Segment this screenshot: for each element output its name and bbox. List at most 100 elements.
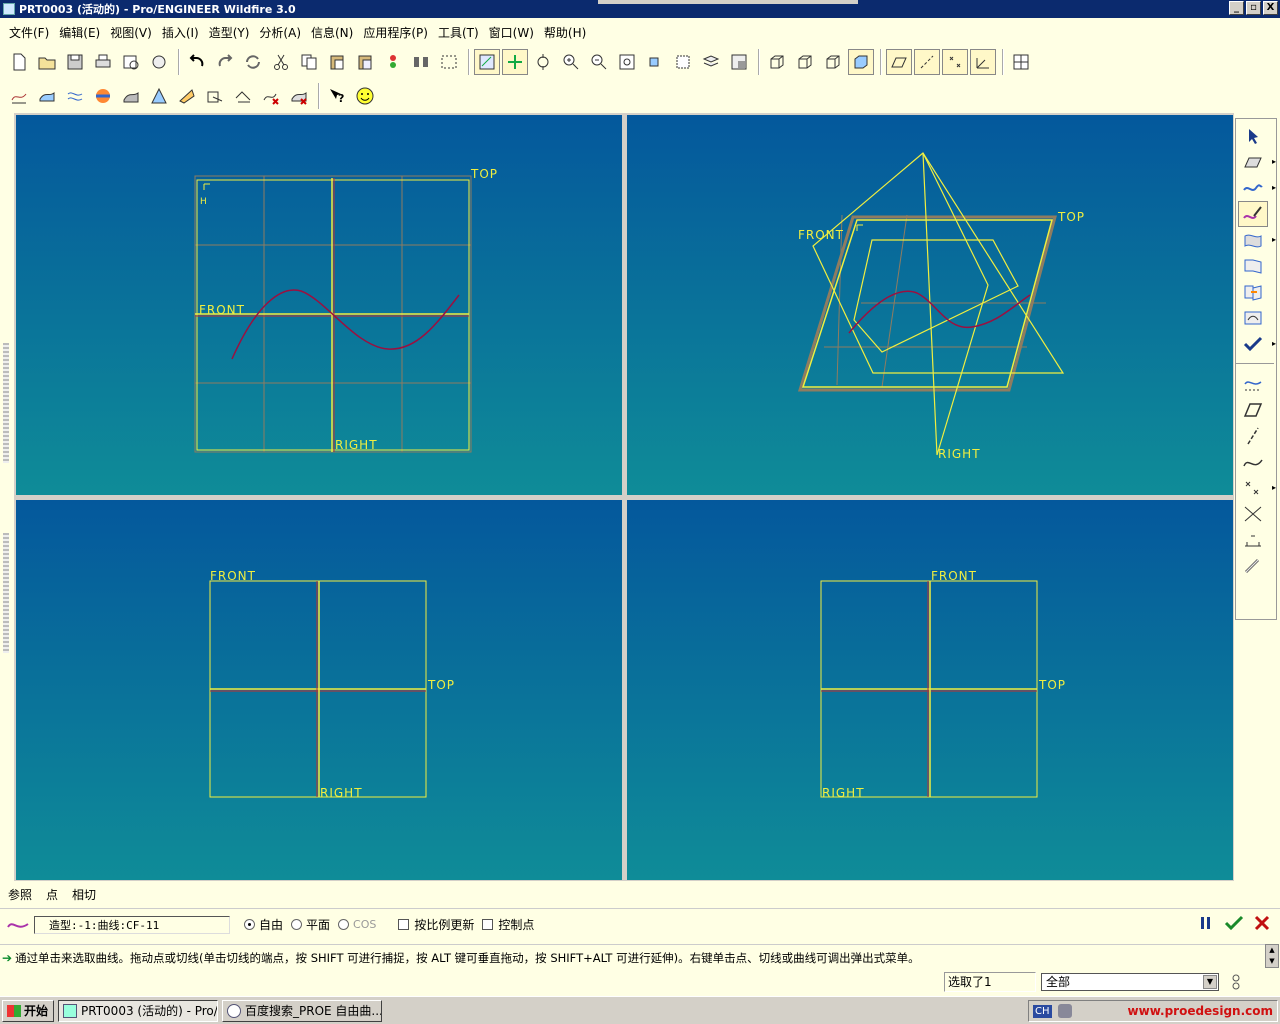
undo-icon[interactable] [184, 49, 210, 75]
viewport-top-right[interactable]: TOP FRONT RIGHT [627, 115, 1233, 495]
radio-planar[interactable] [291, 919, 303, 930]
tab-tangency[interactable]: 相切 [72, 886, 96, 903]
filter-icon[interactable] [1228, 973, 1244, 991]
named-view-icon[interactable] [670, 49, 696, 75]
viewport-bottom-right[interactable]: FRONT TOP RIGHT [627, 500, 1233, 880]
menu-analysis[interactable]: 分析(A) [254, 24, 306, 41]
offset-icon[interactable] [258, 83, 284, 109]
selection-box-icon[interactable] [436, 49, 462, 75]
menu-tools[interactable]: 工具(T) [433, 24, 484, 41]
regenerate-icon[interactable] [240, 49, 266, 75]
copy-icon[interactable] [296, 49, 322, 75]
cut-icon[interactable] [268, 49, 294, 75]
edit-curve-icon[interactable] [1238, 201, 1268, 227]
option-free[interactable]: 自由 [244, 916, 283, 933]
repaint-icon[interactable] [502, 49, 528, 75]
menu-applications[interactable]: 应用程序(P) [358, 24, 433, 41]
save-icon[interactable] [62, 49, 88, 75]
views-split-icon[interactable] [1008, 49, 1034, 75]
email-icon[interactable] [146, 49, 172, 75]
viewport-bottom-left[interactable]: FRONT TOP RIGHT [16, 500, 622, 880]
wireframe-icon[interactable] [764, 49, 790, 75]
chevron-down-icon[interactable]: ▼ [1203, 975, 1217, 989]
draft-icon[interactable] [118, 83, 144, 109]
connect-surfaces-icon[interactable] [1238, 279, 1268, 305]
select-arrow-icon[interactable] [1238, 123, 1268, 149]
menu-view[interactable]: 视图(V) [105, 24, 157, 41]
close-button[interactable]: X [1263, 1, 1278, 15]
coordinate-systems-icon[interactable] [970, 49, 996, 75]
deviation-icon[interactable] [230, 83, 256, 109]
no-hidden-icon[interactable] [820, 49, 846, 75]
curve-from-surface-icon[interactable] [1238, 371, 1268, 397]
connection-icon[interactable] [286, 83, 312, 109]
zoom-out-icon[interactable] [586, 49, 612, 75]
plane-icon[interactable] [1238, 397, 1268, 423]
checkbox-proportional-update[interactable]: 按比例更新 [398, 916, 474, 933]
new-file-icon[interactable] [6, 49, 32, 75]
surface-analysis-icon[interactable] [34, 83, 60, 109]
viewport-top-left[interactable]: H TOP FRONT RIGHT [16, 115, 622, 495]
tab-references[interactable]: 参照 [8, 886, 32, 903]
offset-points-icon[interactable] [1238, 501, 1268, 527]
surface-edit-icon[interactable] [1238, 253, 1268, 279]
zoom-fit-icon[interactable] [614, 49, 640, 75]
open-file-icon[interactable] [34, 49, 60, 75]
checkbox-proportional-box[interactable] [398, 919, 410, 930]
datum-planes-icon[interactable] [886, 49, 912, 75]
tab-points[interactable]: 点 [46, 886, 58, 903]
tray-network-icon[interactable] [1057, 1004, 1072, 1018]
datum-points-icon[interactable] [942, 49, 968, 75]
points-icon[interactable]: ▸ [1238, 475, 1276, 501]
trim-surface-icon[interactable] [1238, 305, 1268, 331]
restore-button[interactable]: ▫ [1246, 1, 1261, 15]
datum-axes-icon[interactable] [914, 49, 940, 75]
menu-help[interactable]: 帮助(H) [539, 24, 591, 41]
curvature-icon[interactable] [62, 83, 88, 109]
slope-icon[interactable] [146, 83, 172, 109]
redo-icon[interactable] [212, 49, 238, 75]
task-proe-window[interactable]: PRT0003 (活动的) - Pro/... [58, 999, 219, 1022]
find-icon[interactable] [408, 49, 434, 75]
start-button[interactable]: 开始 [2, 999, 55, 1022]
regenerate-model-icon[interactable] [380, 49, 406, 75]
paste-special-icon[interactable] [352, 49, 378, 75]
selection-filter[interactable]: 全部 ▼ [1041, 973, 1219, 991]
ime-indicator[interactable]: CH [1033, 1004, 1052, 1018]
layers-icon[interactable] [698, 49, 724, 75]
message-scrollbar[interactable]: ▲ ▼ [1265, 944, 1279, 968]
menu-file[interactable]: 文件(F) [4, 24, 54, 41]
whats-this-icon[interactable]: ? [324, 83, 350, 109]
print-preview-icon[interactable] [118, 49, 144, 75]
analysis-link-icon[interactable] [1238, 553, 1268, 579]
menu-edit[interactable]: 编辑(E) [54, 24, 105, 41]
view-manager-icon[interactable] [726, 49, 752, 75]
option-planar[interactable]: 平面 [291, 916, 330, 933]
done-check-icon[interactable]: ▸ [1238, 331, 1276, 357]
graphics-window[interactable]: H TOP FRONT RIGHT TOP FRONT RIGHT FRONT … [14, 113, 1234, 881]
curve-analysis-icon[interactable] [6, 83, 32, 109]
print-icon[interactable] [90, 49, 116, 75]
sweep-curve-icon[interactable] [1238, 449, 1268, 475]
zoom-in-icon[interactable] [558, 49, 584, 75]
section-icon[interactable] [174, 83, 200, 109]
curve-reference-field[interactable]: 造型:-1:曲线:CF-11 [34, 915, 230, 934]
minimize-button[interactable]: _ [1229, 1, 1244, 15]
datum-plane-icon[interactable]: ▸ [1238, 149, 1276, 175]
menu-style[interactable]: 造型(Y) [204, 24, 255, 41]
smiley-icon[interactable] [352, 83, 378, 109]
accept-check-icon[interactable] [1224, 913, 1244, 933]
refit-icon[interactable] [474, 49, 500, 75]
sash-grip[interactable] [3, 533, 9, 653]
create-surface-icon[interactable]: ▸ [1238, 227, 1276, 253]
task-browser-window[interactable]: 百度搜索_PROE 自由曲... [222, 999, 383, 1022]
reflection-icon[interactable] [90, 83, 116, 109]
checkbox-control-points-box[interactable] [482, 919, 494, 930]
menu-info[interactable]: 信息(N) [306, 24, 358, 41]
checkbox-control-points[interactable]: 控制点 [482, 916, 534, 933]
spin-center-icon[interactable] [642, 49, 668, 75]
menu-insert[interactable]: 插入(I) [157, 24, 204, 41]
left-sash[interactable] [0, 113, 14, 881]
line-icon[interactable] [1238, 423, 1268, 449]
cancel-x-icon[interactable] [1252, 913, 1272, 933]
